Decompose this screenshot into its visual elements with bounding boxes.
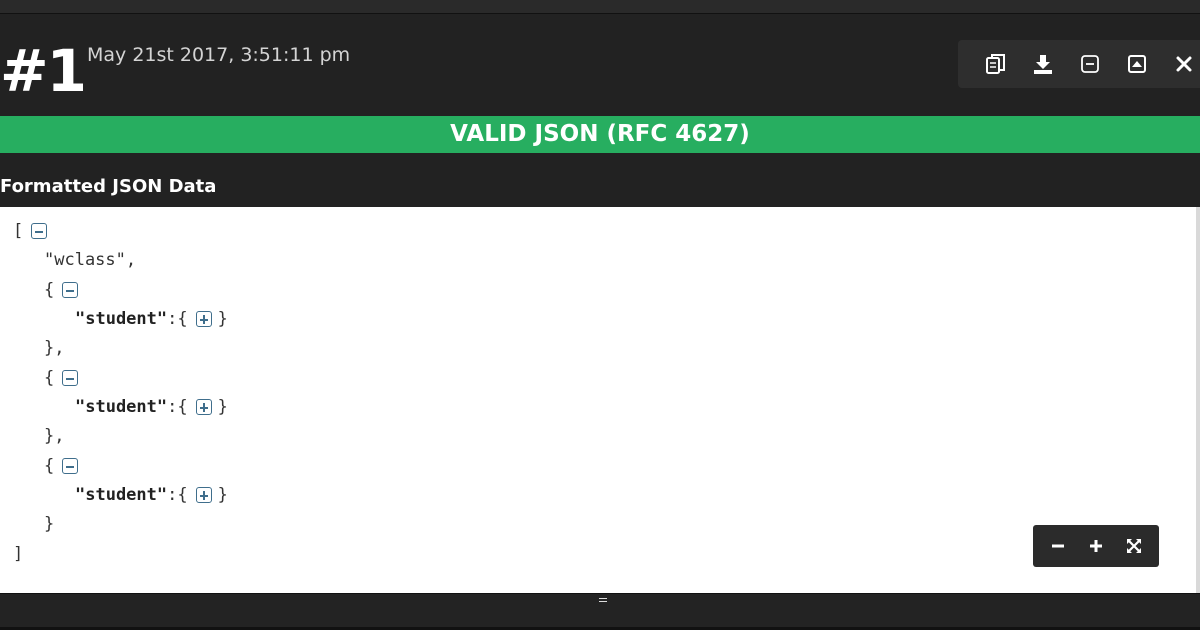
- json-bracket: {: [44, 280, 55, 300]
- entry-timestamp: May 21st 2017, 3:51:11 pm: [87, 44, 351, 66]
- download-button[interactable]: [1019, 40, 1066, 88]
- expand-toggle-icon[interactable]: [195, 311, 212, 327]
- json-bracket: {: [44, 456, 55, 476]
- json-line: "wclass",: [44, 249, 136, 271]
- json-bracket: [: [13, 221, 24, 241]
- expand-toggle-icon[interactable]: [195, 487, 212, 503]
- collapse-toggle-icon[interactable]: [62, 370, 79, 386]
- json-bracket: }: [217, 397, 228, 417]
- close-button[interactable]: [1161, 40, 1200, 88]
- json-bracket: {: [44, 368, 55, 388]
- collapse-toggle-icon[interactable]: [31, 223, 48, 239]
- json-line: {: [44, 455, 84, 477]
- zoom-controls: [1033, 525, 1159, 567]
- json-key: "student": [75, 485, 168, 505]
- zoom-in-icon: [1090, 540, 1102, 552]
- download-icon: [1033, 55, 1052, 74]
- json-key: "student": [75, 309, 168, 329]
- json-bracket: }: [217, 309, 228, 329]
- section-title: Formatted JSON Data: [0, 176, 217, 197]
- json-string-value: "wclass",: [44, 250, 137, 270]
- json-key: "student": [75, 397, 168, 417]
- zoom-out-icon: [1052, 544, 1064, 548]
- entry-number: #1: [0, 37, 87, 105]
- validation-banner: VALID JSON (RFC 4627): [0, 116, 1200, 153]
- copy-button[interactable]: [972, 40, 1019, 88]
- json-bracket: }: [217, 485, 228, 505]
- json-line: },: [44, 337, 64, 359]
- top-border: [0, 0, 1200, 14]
- json-bracket: },: [44, 338, 65, 358]
- collapse-icon: [1081, 55, 1099, 73]
- fullscreen-icon: [1127, 539, 1141, 553]
- json-bracket: },: [44, 426, 65, 446]
- resize-handle[interactable]: [598, 596, 608, 604]
- fullscreen-button[interactable]: [1116, 528, 1152, 564]
- json-line: "student":{}: [75, 396, 228, 418]
- json-punct: :{: [167, 309, 188, 329]
- json-viewer: [ "wclass", { "student":{} }, { "student…: [0, 207, 1200, 593]
- expand-button[interactable]: [1114, 40, 1161, 88]
- zoom-out-button[interactable]: [1040, 528, 1076, 564]
- zoom-in-button[interactable]: [1078, 528, 1114, 564]
- collapse-button[interactable]: [1066, 40, 1113, 88]
- json-line: {: [44, 367, 84, 389]
- json-line: [: [13, 220, 53, 242]
- expand-icon: [1128, 55, 1147, 73]
- collapse-toggle-icon[interactable]: [62, 282, 79, 298]
- bottom-bar: [0, 593, 1200, 630]
- json-line: "student":{}: [75, 484, 228, 506]
- copy-icon: [985, 54, 1005, 74]
- entry-toolbar: [958, 40, 1200, 88]
- json-line: ]: [13, 543, 23, 565]
- close-icon: [1176, 56, 1192, 72]
- json-bracket: }: [44, 514, 55, 534]
- json-punct: :{: [167, 485, 188, 505]
- json-line: {: [44, 279, 84, 301]
- json-line: "student":{}: [75, 308, 228, 330]
- collapse-toggle-icon[interactable]: [62, 458, 79, 474]
- json-scrollbar[interactable]: [1196, 207, 1200, 593]
- json-punct: :{: [167, 397, 188, 417]
- json-line: }: [44, 513, 54, 535]
- expand-toggle-icon[interactable]: [195, 399, 212, 415]
- json-line: },: [44, 425, 64, 447]
- json-bracket: ]: [13, 544, 24, 564]
